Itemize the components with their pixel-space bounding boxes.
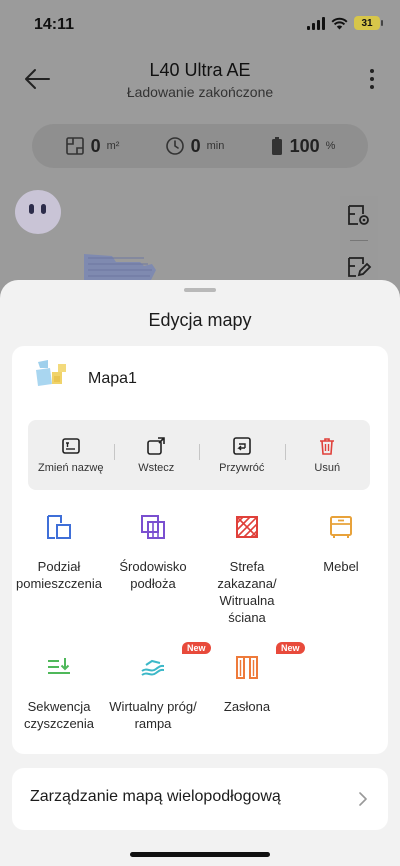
sheet-title: Edycja mapy <box>148 310 252 330</box>
redo-icon <box>232 437 251 455</box>
redo-button[interactable]: Przywróć <box>199 420 285 490</box>
rename-icon <box>61 438 80 454</box>
stat-battery-unit: % <box>325 140 336 152</box>
redo-label: Przywróć <box>219 462 265 474</box>
undo-label: Wstecz <box>138 462 175 474</box>
tool-no-go-zone-label: Strefa zakazana/ Witrualna ściana <box>217 559 277 625</box>
tool-virtual-threshold[interactable]: New Wirtualny próg/ rampa <box>106 642 211 732</box>
floor-material-icon <box>141 515 165 539</box>
tool-furniture[interactable]: Mebel <box>294 514 388 575</box>
status-icons: 31 <box>307 16 383 30</box>
map-name: Mapa1 <box>88 370 137 387</box>
wifi-icon <box>331 17 348 29</box>
area-icon <box>65 137 84 155</box>
tool-floor-material-label: Środowisko podłoża <box>119 559 187 591</box>
map-row[interactable]: Mapa1 <box>12 346 388 412</box>
map-actions-bar: Zmień nazwę Wstecz Przywróć Usuń <box>28 420 370 490</box>
undo-button[interactable]: Wstecz <box>113 420 200 490</box>
tool-clean-sequence-label: Sekwencja czyszczenia <box>23 699 95 731</box>
stat-battery: 100 % <box>270 135 336 157</box>
robot-eye-icon <box>29 204 34 214</box>
room-divide-icon <box>47 515 71 539</box>
device-title: L40 Ultra AE <box>149 60 251 80</box>
tool-furniture-label: Mebel <box>323 559 359 574</box>
multi-floor-map-row[interactable]: Zarządzanie mapą wielopodłogową <box>12 768 388 830</box>
robot-avatar[interactable] <box>15 190 61 234</box>
tool-room-divide[interactable]: Podział pomieszczenia <box>12 514 106 592</box>
sheet-grabber[interactable] <box>184 288 216 292</box>
device-header: L40 Ultra AE Ładowanie zakończone <box>0 52 400 112</box>
delete-button[interactable]: Usuń <box>284 420 371 490</box>
chevron-right-icon <box>359 792 367 806</box>
map-thumbnail-icon <box>36 360 66 386</box>
tool-curtain[interactable]: New Zasłona <box>200 642 305 715</box>
furniture-icon <box>330 516 352 538</box>
tool-curtain-label: Zasłona <box>223 699 271 714</box>
more-options-icon[interactable] <box>366 67 378 91</box>
multi-floor-label: Zarządzanie mapą wielopodłogową <box>30 788 281 805</box>
delete-label: Usuń <box>314 462 341 474</box>
home-indicator[interactable] <box>130 852 270 857</box>
threshold-icon <box>141 659 165 676</box>
device-status: Ładowanie zakończone <box>126 84 274 100</box>
new-badge: New <box>182 642 211 654</box>
robot-eye-icon <box>41 204 46 214</box>
stat-time: 0 min <box>165 135 225 157</box>
stat-area: 0 m² <box>65 135 120 157</box>
stat-time-unit: min <box>206 140 225 152</box>
rename-button[interactable]: Zmień nazwę <box>28 420 114 490</box>
tool-virtual-threshold-label: Wirtualny próg/ rampa <box>109 699 197 731</box>
rename-label: Zmień nazwę <box>38 462 104 474</box>
map-edit-icon[interactable] <box>346 254 372 280</box>
sequence-icon <box>48 658 70 674</box>
tool-no-go-zone[interactable]: Strefa zakazana/ Witrualna ściana <box>200 514 294 626</box>
clock-icon <box>165 137 184 155</box>
map-preview <box>84 254 156 282</box>
status-time: 14:11 <box>34 16 75 33</box>
new-badge: New <box>276 642 305 654</box>
status-bar: 14:11 31 <box>0 0 400 50</box>
trash-icon <box>320 438 335 455</box>
stats-bar: 0 m² 0 min 100 % <box>32 124 368 168</box>
stat-area-unit: m² <box>106 140 120 152</box>
tool-floor-material[interactable]: Środowisko podłoża <box>106 514 200 592</box>
tool-room-divide-label: Podział pomieszczenia <box>16 559 102 591</box>
undo-icon <box>147 437 166 455</box>
battery-icon <box>271 137 282 155</box>
signal-icon <box>307 16 325 30</box>
tool-clean-sequence[interactable]: Sekwencja czyszczenia <box>12 654 106 732</box>
map-view-icon[interactable] <box>346 202 372 228</box>
stat-time-value: 0 <box>190 135 201 156</box>
stat-area-value: 0 <box>90 135 101 156</box>
side-toolbar-divider <box>350 240 368 241</box>
side-toolbar <box>340 196 378 286</box>
battery-indicator: 31 <box>354 16 383 30</box>
map-edit-card: Mapa1 Zmień nazwę Wstecz Przywróć Usuń P… <box>12 346 388 754</box>
map-edit-sheet: Edycja mapy Mapa1 Zmień nazwę Wstecz Prz… <box>0 280 400 866</box>
curtain-icon <box>236 656 258 679</box>
stat-battery-value: 100 <box>289 135 320 156</box>
no-go-zone-icon <box>236 516 258 538</box>
